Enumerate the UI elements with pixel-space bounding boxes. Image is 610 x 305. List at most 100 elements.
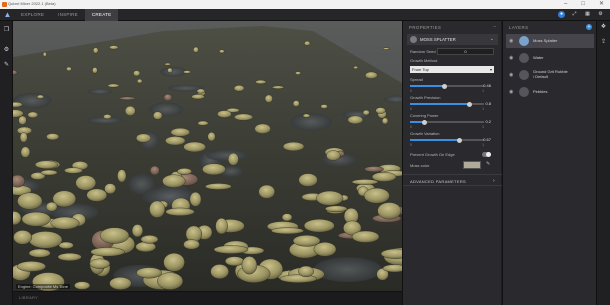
spread-slider-fill <box>410 85 445 87</box>
layer-name: Pebbles <box>533 89 548 94</box>
account-icon[interactable]: ● <box>558 11 565 18</box>
layer-item-moss-splatter[interactable]: ◉ Moss Splatter <box>506 34 594 48</box>
growth-method-value: From Top <box>412 67 429 72</box>
covering-power-range: 0 1 <box>410 125 484 129</box>
covering-power-slider[interactable] <box>410 119 484 125</box>
growth-precision-slider[interactable] <box>410 101 484 107</box>
right-toolbar: ❖ ⇪ <box>596 21 610 305</box>
spread-max: 1 <box>482 89 484 93</box>
tab-create[interactable]: CREATE <box>84 9 119 21</box>
layer-item-water[interactable]: ◉ Water <box>506 51 594 65</box>
layer-item-ground-grit[interactable]: ◉ Ground Grit Rubble / Default <box>506 67 594 83</box>
eye-icon[interactable]: ◉ <box>509 89 513 95</box>
growth-variation-range: 0 1 <box>410 143 484 147</box>
gear-icon[interactable]: ⚙ <box>3 47 10 54</box>
module-name: MOSS SPLATTER <box>420 37 456 42</box>
top-navigation-bar: ▲ EXPLORE INSPIRE CREATE ● ⤢ ▦ ⚙ <box>0 9 610 21</box>
layers-panel: LAYERS + ◉ Moss Splatter ◉ Water ◉ Groun… <box>502 21 596 305</box>
eye-icon[interactable]: ◉ <box>509 55 513 61</box>
advanced-parameters-section[interactable]: ADVANCED PARAMETERS › <box>403 174 502 186</box>
app-logo-icon <box>2 1 7 7</box>
growth-method-label: Growth Method <box>410 58 438 63</box>
close-icon[interactable]: ✕ <box>599 0 604 9</box>
growth-variation-value: 0.67 <box>483 137 491 142</box>
viewport-engine-label: Engine: Composite Ms Tone <box>16 284 70 289</box>
growth-variation-slider-fill <box>410 139 460 141</box>
tab-inspire[interactable]: INSPIRE <box>51 9 85 21</box>
growth-precision-range: 0 1 <box>410 107 484 111</box>
growth-method-select[interactable]: From Top ▾ <box>410 66 494 73</box>
library-label: LIBRARY <box>19 295 39 300</box>
window-title: Quixel Mixer 2022.1 (Beta) <box>8 1 56 6</box>
minimize-icon[interactable]: – <box>564 0 567 9</box>
growth-precision-max: 1 <box>482 107 484 111</box>
covering-power-max: 1 <box>482 125 484 129</box>
spread-range: 0 1 <box>410 89 484 93</box>
layer-thumbnail <box>519 36 529 46</box>
library-bar[interactable]: LIBRARY <box>13 291 402 305</box>
fullscreen-icon[interactable]: ⤢ <box>571 11 578 18</box>
growth-variation-max: 1 <box>482 143 484 147</box>
mode-tabs: EXPLORE INSPIRE CREATE <box>14 9 119 21</box>
layer-name: Ground Grit Rubble / Default <box>533 69 568 79</box>
layers-title: LAYERS <box>509 25 529 30</box>
eye-icon[interactable]: ◉ <box>509 72 513 78</box>
growth-precision-slider-fill <box>410 103 470 105</box>
grid-view-icon[interactable]: ▦ <box>584 11 591 18</box>
mixer-icon[interactable]: ❖ <box>600 24 607 31</box>
window-titlebar: Quixel Mixer 2022.1 (Beta) – □ ✕ <box>0 0 610 9</box>
viewport-render[interactable] <box>13 21 402 291</box>
spread-label: Spread <box>410 77 423 82</box>
moss-module-icon <box>410 36 417 43</box>
prevent-growth-toggle[interactable] <box>482 152 491 157</box>
spread-slider[interactable] <box>410 83 484 89</box>
growth-variation-min: 0 <box>410 143 412 147</box>
layer-thumbnail <box>519 87 529 97</box>
moss-color-label: Moss color <box>410 163 430 168</box>
covering-power-slider-handle[interactable] <box>422 119 428 125</box>
eye-icon[interactable]: ◉ <box>509 38 513 44</box>
chevron-down-icon[interactable]: ⌄ <box>490 36 494 42</box>
module-header[interactable]: MOSS SPLATTER ⌄ <box>407 34 498 45</box>
topbar-actions: ● ⤢ ▦ ⚙ <box>558 11 604 18</box>
growth-precision-slider-handle[interactable] <box>466 101 472 107</box>
advanced-parameters-label: ADVANCED PARAMETERS <box>410 179 467 184</box>
layers-stack-icon[interactable]: ❐ <box>3 27 10 34</box>
spread-min: 0 <box>410 89 412 93</box>
spread-slider-handle[interactable] <box>441 83 447 89</box>
chevron-right-icon[interactable]: › <box>493 178 495 184</box>
prevent-growth-label: Prevent Growth On Edge <box>410 152 455 157</box>
mixer-logo-icon: ▲ <box>3 10 12 19</box>
moss-color-swatch[interactable] <box>463 161 481 169</box>
dropdown-caret-icon: ▾ <box>489 67 492 72</box>
paint-icon[interactable]: ✎ <box>3 62 10 69</box>
layer-item-pebbles[interactable]: ◉ Pebbles <box>506 85 594 99</box>
layer-name: Moss Splatter <box>533 38 558 43</box>
random-seed-input[interactable]: 0 <box>437 48 494 55</box>
maximize-icon[interactable]: □ <box>581 0 585 9</box>
growth-variation-slider[interactable] <box>410 137 484 143</box>
growth-precision-value: 0.8 <box>485 101 491 106</box>
growth-variation-slider-handle[interactable] <box>457 137 463 143</box>
spread-value: 0.46 <box>483 83 491 88</box>
layer-thumbnail <box>519 70 529 80</box>
eyedropper-icon[interactable]: ✎ <box>486 161 490 167</box>
tab-explore[interactable]: EXPLORE <box>14 9 51 21</box>
growth-precision-label: Growth Precision <box>410 95 441 100</box>
add-layer-icon[interactable]: + <box>586 24 592 30</box>
covering-power-value: 0.2 <box>485 119 491 124</box>
toggle-knob <box>486 152 491 157</box>
covering-power-min: 0 <box>410 125 412 129</box>
panel-minimize-icon[interactable]: – <box>493 24 496 30</box>
properties-panel: PROPERTIES – MOSS SPLATTER ⌄ Random Seed… <box>402 21 502 305</box>
growth-variation-label: Growth Variation <box>410 131 440 136</box>
settings-icon[interactable]: ⚙ <box>597 11 604 18</box>
growth-precision-min: 0 <box>410 107 412 111</box>
layer-name: Water <box>533 55 544 60</box>
3d-viewport[interactable]: Engine: Composite Ms Tone <box>13 21 402 291</box>
properties-title: PROPERTIES <box>409 25 442 30</box>
export-icon[interactable]: ⇪ <box>600 39 607 46</box>
left-toolbar: ❐ ⚙ ✎ <box>0 21 13 305</box>
window-controls: – □ ✕ <box>564 0 604 9</box>
layer-thumbnail <box>519 53 529 63</box>
